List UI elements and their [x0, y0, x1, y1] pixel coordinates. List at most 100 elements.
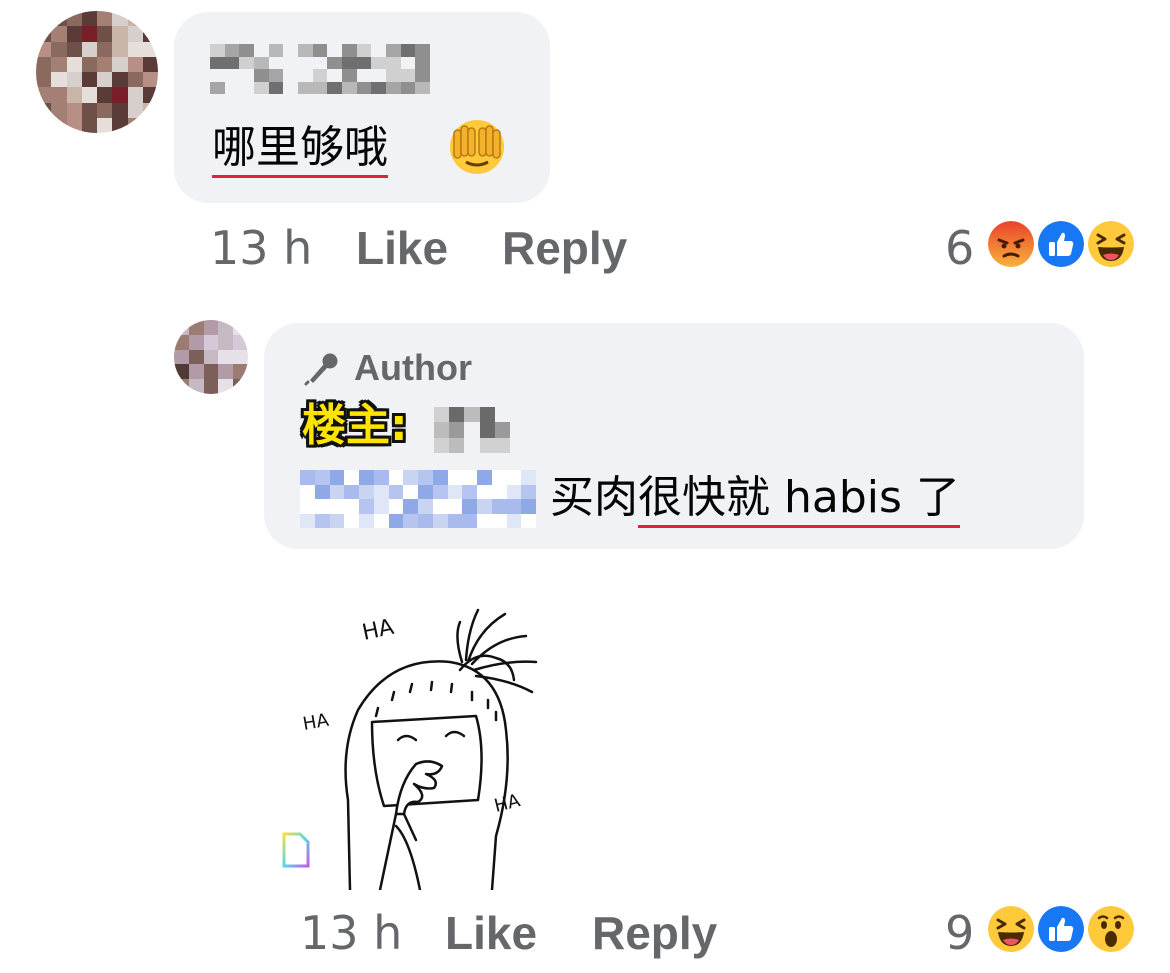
mosaic-pixel: [142, 26, 158, 42]
mosaic-pixel: [491, 513, 507, 528]
mosaic-pixel: [210, 81, 225, 94]
reply-reaction-icons[interactable]: [986, 904, 1136, 954]
mosaic-pixel: [479, 437, 495, 453]
mosaic-pixel: [491, 484, 507, 499]
mosaic-pixel: [432, 484, 448, 499]
mosaic-pixel: [174, 334, 189, 350]
mosaic-pixel: [112, 56, 128, 72]
mosaic-pixel: [36, 26, 52, 42]
mosaic-pixel: [434, 422, 450, 438]
mosaic-pixel: [298, 56, 313, 69]
mosaic-pixel: [494, 407, 510, 423]
mosaic-pixel: [521, 470, 536, 485]
mosaic-pixel: [359, 499, 374, 514]
face-with-hands-over-eyes-icon: [450, 120, 504, 174]
mosaic-pixel: [233, 320, 248, 335]
mosaic-pixel: [477, 470, 492, 485]
mosaic-pixel: [127, 11, 143, 27]
mosaic-pixel: [112, 41, 128, 57]
mosaic-pixel: [268, 81, 284, 94]
mosaic-pixel: [188, 349, 204, 365]
mosaic-pixel: [254, 56, 269, 69]
mosaic-pixel: [432, 513, 448, 528]
sticker-ha-2: HA: [301, 710, 331, 735]
mosaic-pixel: [344, 513, 359, 528]
mosaic-pixel: [418, 513, 433, 528]
mosaic-pixel: [477, 484, 492, 499]
mosaic-pixel: [268, 69, 284, 82]
mosaic-pixel: [432, 499, 448, 514]
reply-reply-button[interactable]: Reply: [592, 905, 717, 961]
mosaic-pixel: [434, 437, 450, 453]
mosaic-pixel: [342, 44, 357, 57]
reaction-count[interactable]: 6: [945, 220, 974, 276]
commenter-avatar[interactable]: [36, 11, 158, 133]
mosaic-pixel: [210, 56, 225, 69]
mosaic-pixel: [112, 11, 128, 27]
mosaic-pixel: [127, 41, 143, 57]
mosaic-pixel: [298, 81, 313, 94]
mosaic-pixel: [97, 72, 113, 88]
author-badge-label: Author: [354, 347, 472, 388]
like-button[interactable]: Like: [356, 220, 448, 276]
mosaic-pixel: [51, 41, 67, 57]
mosaic-pixel: [388, 513, 404, 528]
mosaic-pixel: [312, 81, 328, 94]
mosaic-pixel: [447, 484, 463, 499]
reply-reaction-count[interactable]: 9: [945, 905, 974, 961]
mosaic-pixel: [494, 422, 510, 438]
mosaic-pixel: [188, 320, 204, 335]
mosaic-pixel: [97, 87, 113, 103]
mosaic-pixel: [36, 117, 52, 133]
mosaic-pixel: [373, 484, 389, 499]
mention-tag-redacted[interactable]: [300, 470, 536, 528]
mosaic-pixel: [66, 11, 82, 27]
mosaic-pixel: [298, 69, 313, 82]
author-avatar[interactable]: [174, 320, 248, 394]
mosaic-pixel: [66, 72, 82, 88]
reaction-icons[interactable]: [986, 219, 1136, 269]
mosaic-pixel: [239, 69, 254, 82]
mosaic-pixel: [491, 470, 507, 485]
mosaic-pixel: [327, 44, 342, 57]
mosaic-pixel: [521, 484, 536, 499]
mosaic-pixel: [506, 513, 522, 528]
mosaic-pixel: [239, 56, 254, 69]
mosaic-pixel: [415, 56, 430, 69]
mosaic-pixel: [127, 72, 143, 88]
mosaic-pixel: [342, 69, 357, 82]
mosaic-pixel: [359, 470, 374, 485]
mosaic-pixel: [112, 87, 128, 103]
mosaic-pixel: [97, 56, 113, 72]
mosaic-pixel: [233, 334, 248, 350]
reply-text-row: 买肉很快就 habis 了: [550, 472, 960, 528]
mosaic-pixel: [373, 513, 389, 528]
mosaic-pixel: [344, 470, 359, 485]
mosaic-pixel: [66, 87, 82, 103]
reply-button[interactable]: Reply: [502, 220, 627, 276]
commenter-name-redacted[interactable]: [210, 44, 430, 94]
mosaic-pixel: [327, 81, 342, 94]
mosaic-pixel: [300, 499, 315, 514]
mosaic-pixel: [203, 379, 219, 394]
mosaic-pixel: [314, 470, 330, 485]
mosaic-pixel: [210, 44, 225, 57]
mosaic-pixel: [97, 26, 113, 42]
reply-like-button[interactable]: Like: [445, 905, 537, 961]
mosaic-pixel: [203, 320, 219, 335]
mosaic-pixel: [66, 117, 82, 133]
mosaic-pixel: [268, 56, 284, 69]
mosaic-pixel: [464, 437, 480, 453]
mosaic-pixel: [142, 87, 158, 103]
mosaic-pixel: [386, 69, 401, 82]
mosaic-pixel: [447, 470, 463, 485]
like-reaction-icon: [1036, 904, 1086, 954]
mosaic-pixel: [400, 56, 416, 69]
mosaic-pixel: [464, 407, 480, 423]
mosaic-pixel: [97, 41, 113, 57]
mosaic-pixel: [224, 56, 240, 69]
mosaic-pixel: [127, 102, 143, 118]
mosaic-pixel: [386, 44, 401, 57]
mosaic-pixel: [51, 87, 67, 103]
mosaic-pixel: [203, 334, 219, 350]
